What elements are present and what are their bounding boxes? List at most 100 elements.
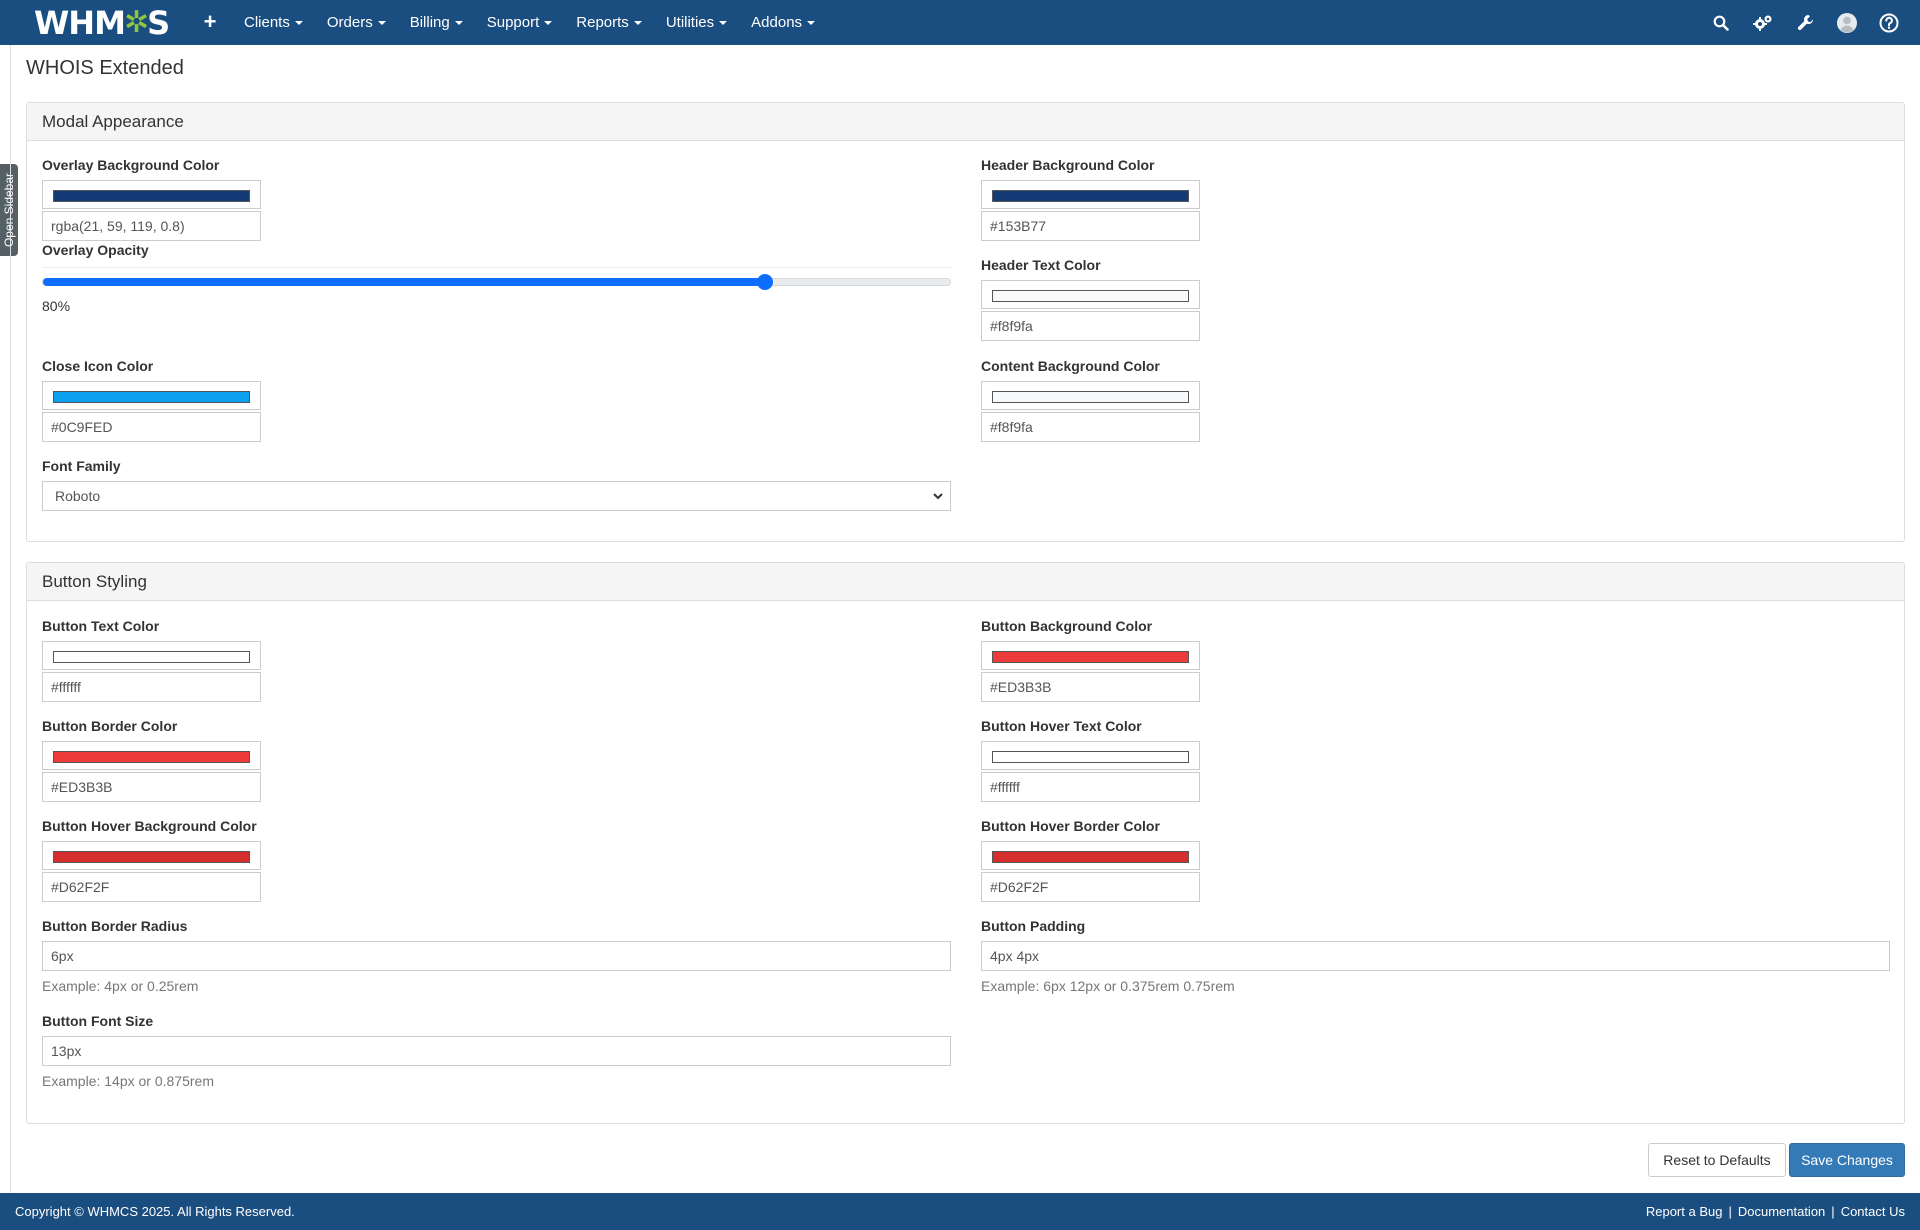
menu-clients[interactable]: Clients bbox=[232, 0, 315, 45]
footer-separator: | bbox=[1831, 1204, 1835, 1219]
menu-label: Utilities bbox=[665, 14, 715, 31]
color-swatch bbox=[53, 391, 250, 403]
button-padding-help: Example: 6px 12px or 0.375rem 0.75rem bbox=[981, 978, 1235, 994]
open-sidebar-label: Open Sidebar bbox=[2, 172, 16, 248]
menu-label: Clients bbox=[244, 14, 290, 31]
button-text-color-picker[interactable] bbox=[42, 641, 261, 670]
overlay-opacity-label: Overlay Opacity bbox=[42, 242, 149, 258]
logo-text-prefix: WHM bbox=[34, 3, 126, 42]
documentation-link[interactable]: Documentation bbox=[1738, 1193, 1825, 1230]
color-swatch bbox=[992, 391, 1189, 403]
caret-down-icon bbox=[633, 21, 642, 26]
button-hover-border-input[interactable] bbox=[981, 872, 1200, 902]
panel-heading: Button Styling bbox=[27, 563, 1904, 601]
color-swatch bbox=[53, 651, 250, 663]
caret-down-icon bbox=[544, 21, 553, 26]
open-sidebar-tab[interactable]: Open Sidebar bbox=[0, 164, 18, 256]
button-bg-color-label: Button Background Color bbox=[981, 618, 1153, 634]
overlay-bg-input[interactable] bbox=[42, 211, 261, 241]
color-swatch bbox=[992, 651, 1189, 663]
footer-links: Report a Bug | Documentation | Contact U… bbox=[1646, 1193, 1905, 1230]
content-bg-color-picker[interactable] bbox=[981, 381, 1200, 410]
overlay-bg-label: Overlay Background Color bbox=[42, 157, 220, 173]
content-bg-input[interactable] bbox=[981, 412, 1200, 442]
button-hover-border-color-picker[interactable] bbox=[981, 841, 1200, 870]
header-bg-input[interactable] bbox=[981, 211, 1200, 241]
overlay-opacity-slider[interactable] bbox=[42, 274, 951, 290]
button-text-color-input[interactable] bbox=[42, 672, 261, 702]
panel-heading: Modal Appearance bbox=[27, 103, 1904, 141]
menu-reports[interactable]: Reports bbox=[564, 0, 654, 45]
user-avatar-icon[interactable] bbox=[1826, 0, 1868, 45]
gears-icon[interactable] bbox=[1742, 0, 1784, 45]
save-changes-button[interactable]: Save Changes bbox=[1789, 1143, 1905, 1177]
content-left-border bbox=[10, 45, 11, 1193]
caret-down-icon bbox=[719, 21, 728, 26]
close-icon-color-picker[interactable] bbox=[42, 381, 261, 410]
close-icon-input[interactable] bbox=[42, 412, 261, 442]
button-hover-text-color-picker[interactable] bbox=[981, 741, 1200, 770]
whmcs-logo[interactable]: WHM ✲ S bbox=[34, 3, 170, 42]
reset-defaults-button[interactable]: Reset to Defaults bbox=[1648, 1143, 1786, 1177]
button-font-size-help: Example: 14px or 0.875rem bbox=[42, 1073, 214, 1089]
header-bg-label: Header Background Color bbox=[981, 157, 1155, 173]
menu-label: Support bbox=[486, 14, 540, 31]
button-radius-help: Example: 4px or 0.25rem bbox=[42, 978, 199, 994]
search-icon[interactable] bbox=[1700, 0, 1742, 45]
menu-support[interactable]: Support bbox=[475, 0, 565, 45]
button-font-size-input[interactable] bbox=[42, 1036, 951, 1066]
button-border-color-picker[interactable] bbox=[42, 741, 261, 770]
color-swatch bbox=[53, 751, 250, 763]
help-icon[interactable] bbox=[1868, 0, 1910, 45]
header-text-input[interactable] bbox=[981, 311, 1200, 341]
button-bg-color-input[interactable] bbox=[981, 672, 1200, 702]
button-padding-input[interactable] bbox=[981, 941, 1890, 971]
button-bg-color-picker[interactable] bbox=[981, 641, 1200, 670]
caret-down-icon bbox=[807, 21, 816, 26]
button-hover-text-label: Button Hover Text Color bbox=[981, 718, 1142, 734]
button-text-color-label: Button Text Color bbox=[42, 618, 160, 634]
footer: Copyright © WHMCS 2025. All Rights Reser… bbox=[0, 1193, 1920, 1230]
color-swatch bbox=[992, 190, 1189, 202]
caret-down-icon bbox=[454, 21, 463, 26]
close-icon-label: Close Icon Color bbox=[42, 358, 154, 374]
top-navbar: WHM ✲ S + Clients Orders Billing Support R… bbox=[0, 0, 1920, 45]
button-hover-bg-color-picker[interactable] bbox=[42, 841, 261, 870]
wrench-icon[interactable] bbox=[1784, 0, 1826, 45]
menu-billing[interactable]: Billing bbox=[398, 0, 475, 45]
slider-thumb[interactable] bbox=[757, 274, 774, 290]
report-bug-link[interactable]: Report a Bug bbox=[1646, 1193, 1723, 1230]
overlay-opacity-value: 80% bbox=[42, 298, 71, 314]
menu-addons[interactable]: Addons bbox=[739, 0, 827, 45]
contact-us-link[interactable]: Contact Us bbox=[1841, 1193, 1905, 1230]
caret-down-icon bbox=[294, 21, 303, 26]
logo-gear-icon: ✲ bbox=[123, 5, 149, 40]
color-swatch bbox=[992, 290, 1189, 302]
caret-down-icon bbox=[377, 21, 386, 26]
button-border-color-input[interactable] bbox=[42, 772, 261, 802]
menu-label: Reports bbox=[576, 14, 629, 31]
button-hover-bg-input[interactable] bbox=[42, 872, 261, 902]
menu-label: Addons bbox=[751, 14, 803, 31]
font-family-select[interactable]: Roboto bbox=[42, 481, 951, 511]
menu-orders[interactable]: Orders bbox=[315, 0, 398, 45]
button-radius-input[interactable] bbox=[42, 941, 951, 971]
button-font-size-label: Button Font Size bbox=[42, 1013, 154, 1029]
header-text-color-picker[interactable] bbox=[981, 280, 1200, 309]
modal-appearance-panel: Modal Appearance Overlay Background Colo… bbox=[26, 102, 1905, 542]
overlay-bg-color-picker[interactable] bbox=[42, 180, 261, 209]
menu-utilities[interactable]: Utilities bbox=[654, 0, 739, 45]
main-menu: Clients Orders Billing Support Reports U… bbox=[232, 0, 827, 45]
chevron-down-icon bbox=[933, 493, 943, 500]
button-padding-label: Button Padding bbox=[981, 918, 1086, 934]
header-bg-color-picker[interactable] bbox=[981, 180, 1200, 209]
color-swatch bbox=[53, 851, 250, 863]
add-new-button[interactable]: + bbox=[199, 7, 221, 37]
button-radius-label: Button Border Radius bbox=[42, 918, 188, 934]
menu-label: Billing bbox=[409, 14, 450, 31]
color-swatch bbox=[992, 851, 1189, 863]
color-swatch bbox=[53, 190, 250, 202]
button-hover-text-input[interactable] bbox=[981, 772, 1200, 802]
content-bg-label: Content Background Color bbox=[981, 358, 1160, 374]
button-hover-bg-label: Button Hover Background Color bbox=[42, 818, 257, 834]
